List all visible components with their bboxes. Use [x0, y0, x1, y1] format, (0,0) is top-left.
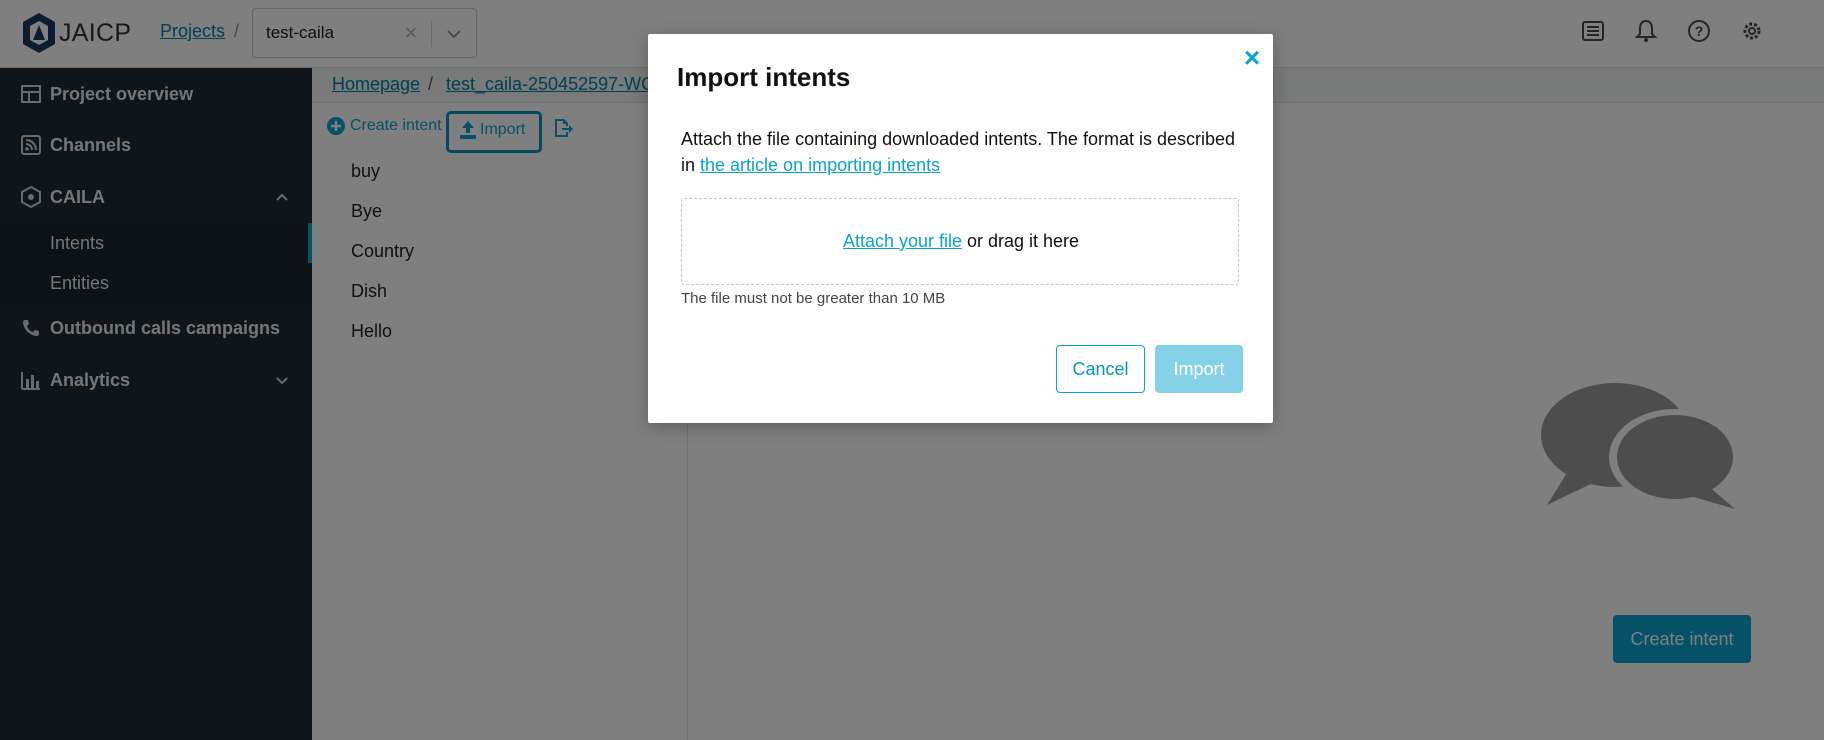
import-button[interactable]: Import — [1155, 345, 1243, 393]
modal-title: Import intents — [677, 62, 851, 92]
file-size-note: The file must not be greater than 10 MB — [681, 290, 946, 307]
modal-description: Attach the file containing downloaded in… — [681, 126, 1251, 178]
dropzone-text: or drag it here — [962, 231, 1080, 251]
attach-file-link[interactable]: Attach your file — [843, 231, 962, 251]
import-intents-modal: Import intents × Attach the file contain… — [648, 34, 1273, 423]
cancel-button[interactable]: Cancel — [1056, 345, 1145, 393]
close-icon[interactable]: × — [1240, 44, 1264, 72]
file-dropzone[interactable]: Attach your file or drag it here — [681, 198, 1239, 285]
import-article-link[interactable]: the article on importing intents — [700, 155, 940, 175]
